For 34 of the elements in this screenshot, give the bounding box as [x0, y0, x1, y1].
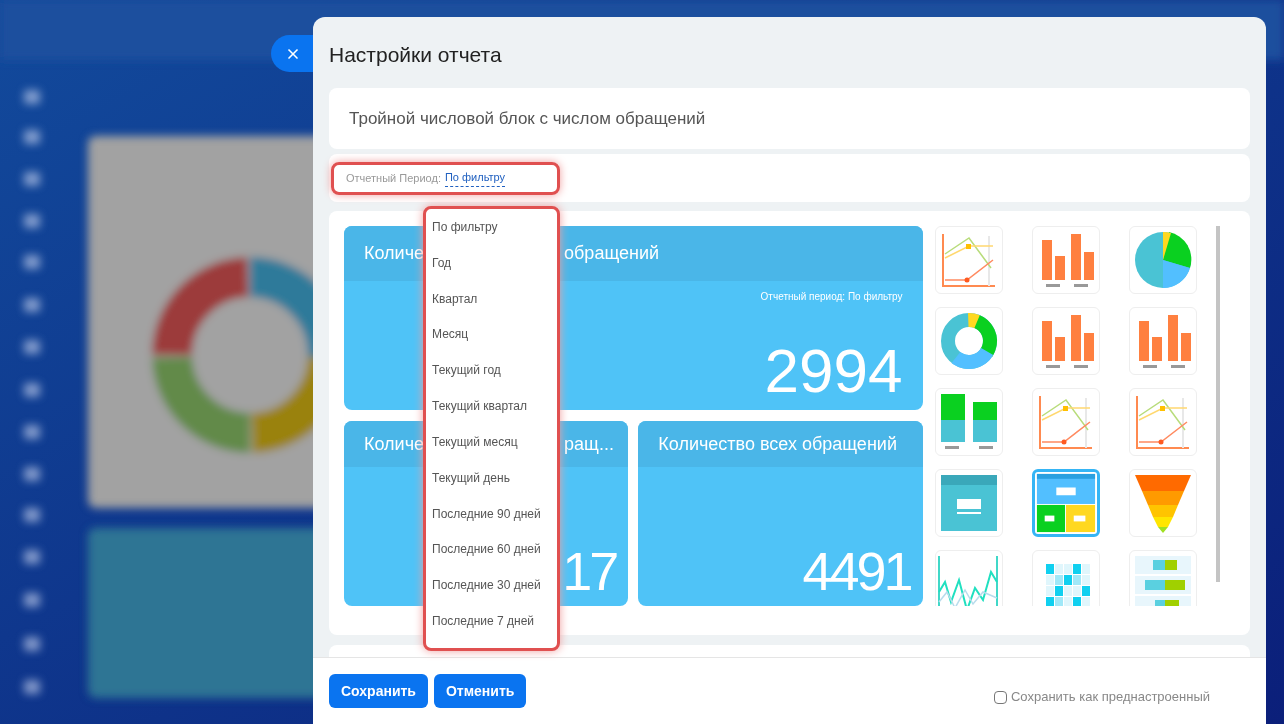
checkbox[interactable] — [993, 690, 1007, 704]
period-selector[interactable]: Отчетный Период: По фильтру — [331, 161, 560, 195]
tile-value: 2994 — [764, 340, 903, 402]
tile-title: Количе — [364, 432, 425, 456]
tile-title: Количество всех обращений — [658, 432, 897, 456]
period-caption: Отчетный период: По фильтру — [760, 290, 903, 304]
tile-value: 4491 — [802, 544, 911, 598]
save-button[interactable]: Сохранить — [329, 674, 428, 708]
report-name-text: Тройной числовой блок с числом обращений — [349, 107, 706, 130]
menu-item[interactable]: Последние 60 дней — [426, 540, 557, 577]
menu-item[interactable]: Год — [426, 253, 557, 290]
tile-title: ращ... — [564, 432, 614, 456]
menu-item[interactable]: Последние 30 дней — [426, 576, 557, 613]
menu-item[interactable]: Последние 90 дней — [426, 504, 557, 541]
period-label: Отчетный Период: — [346, 170, 441, 186]
menu-item[interactable]: Текущий год — [426, 361, 557, 398]
menu-item[interactable]: Текущий месяц — [426, 432, 557, 469]
triple-tile-icon — [1034, 471, 1097, 535]
tile-title: Количе — [364, 242, 425, 265]
tile-value: 17 — [562, 544, 617, 598]
menu-item[interactable]: По фильтру — [426, 218, 557, 254]
report-name-field[interactable]: Тройной числовой блок с числом обращений — [329, 88, 1250, 149]
chart-type-option[interactable] — [1031, 469, 1100, 537]
period-link[interactable]: По фильтру — [444, 169, 506, 187]
cancel-button[interactable]: Отменить — [433, 674, 527, 708]
menu-item[interactable]: Месяц — [426, 325, 557, 362]
scrollbar[interactable] — [1216, 226, 1220, 582]
tile-title: обращений — [564, 242, 660, 265]
panel-title: Настройки отчета — [329, 41, 502, 68]
menu-item[interactable]: Текущий квартал — [426, 397, 557, 433]
menu-item[interactable]: Текущий день — [426, 468, 557, 505]
checkbox-label: Сохранить как преднастроенный — [1010, 688, 1210, 707]
menu-item[interactable]: Последние 7 дней — [426, 612, 557, 648]
menu-item[interactable]: Квартал — [426, 289, 557, 326]
